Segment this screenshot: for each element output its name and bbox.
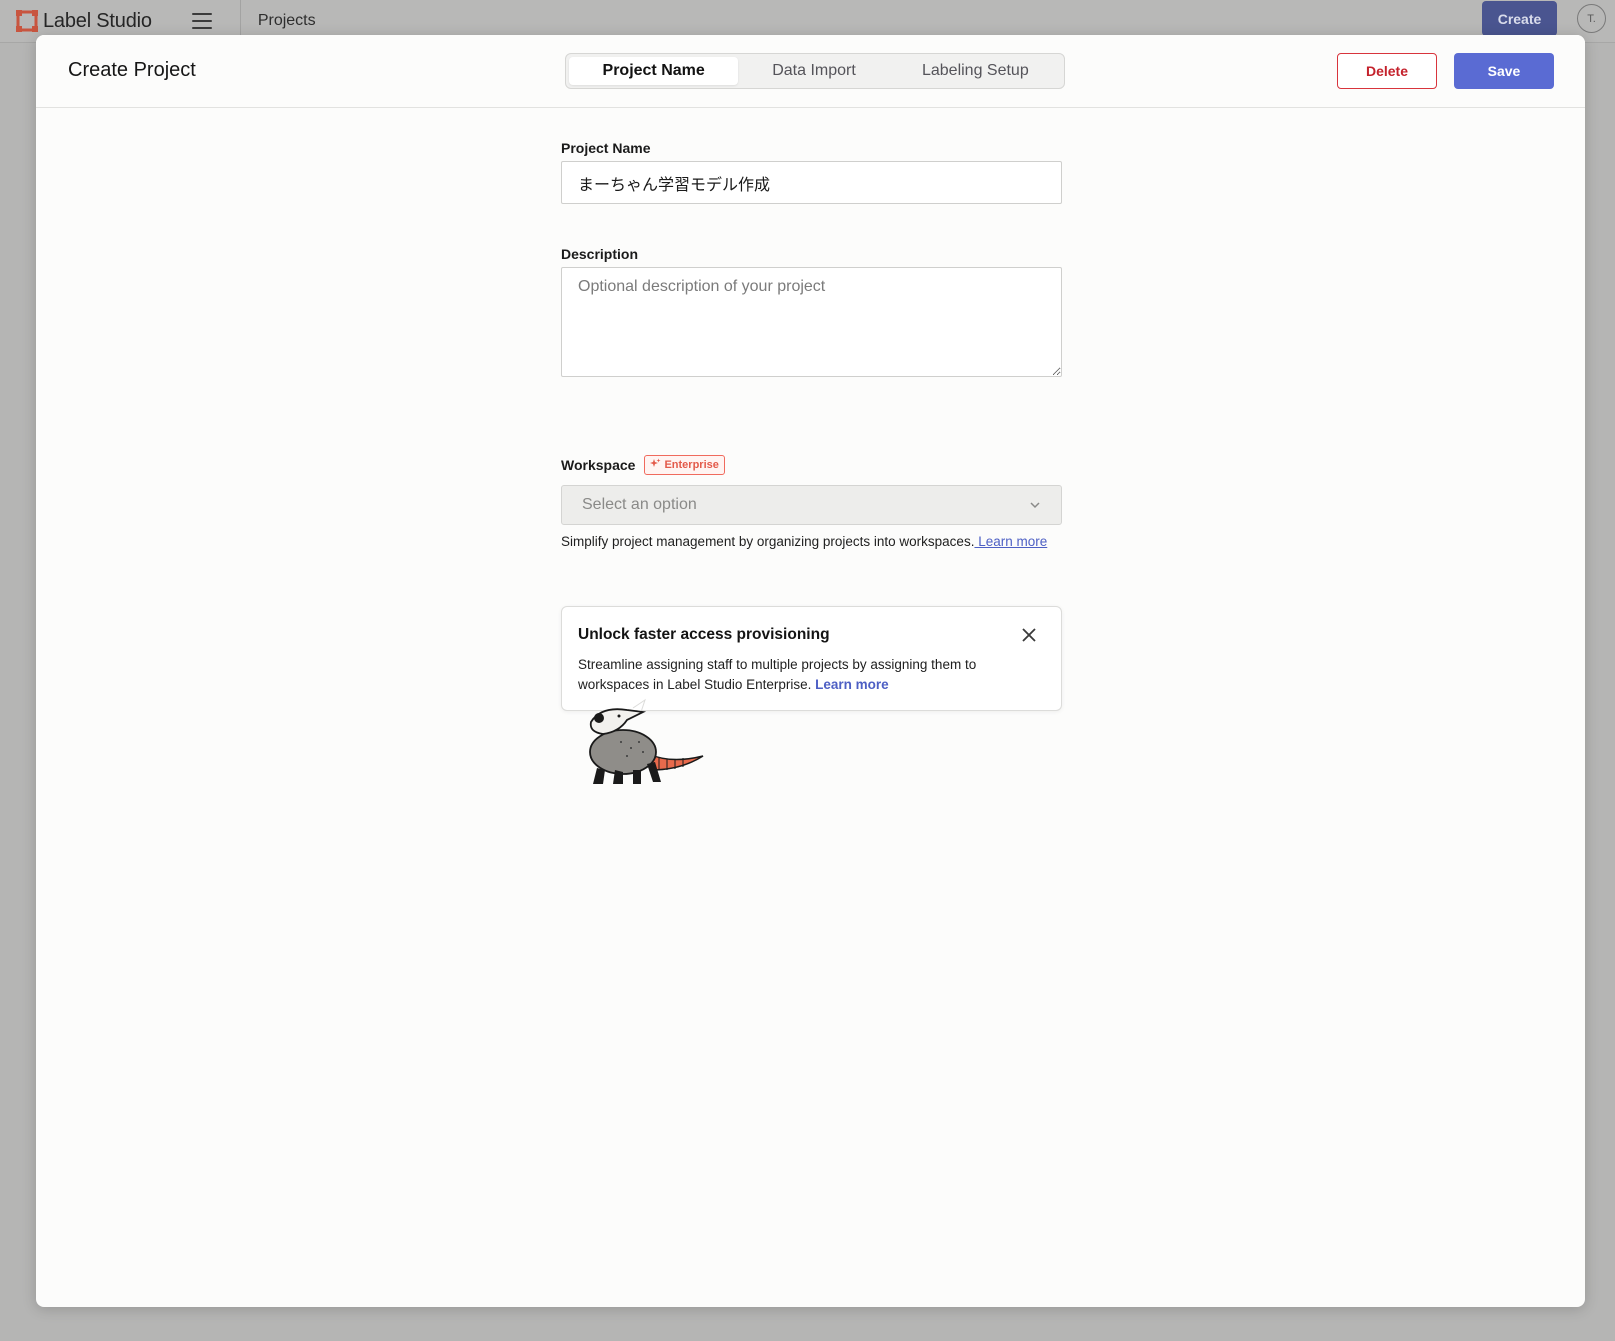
sparkle-icon — [650, 458, 661, 472]
description-label: Description — [561, 246, 639, 262]
label-studio-logo-icon — [16, 10, 38, 32]
workspace-label: Workspace — [561, 457, 636, 473]
promo-body: Streamline assigning staff to multiple p… — [578, 655, 1038, 695]
step-tabs: Project Name Data Import Labeling Setup — [565, 53, 1065, 89]
delete-button[interactable]: Delete — [1337, 53, 1437, 89]
promo-learn-more-link[interactable]: Learn more — [815, 677, 889, 692]
logo-text: Label Studio — [43, 9, 152, 32]
create-project-button[interactable]: Create — [1482, 1, 1557, 36]
hamburger-menu-icon[interactable] — [191, 13, 212, 29]
chevron-down-icon — [1029, 496, 1041, 514]
promo-title: Unlock faster access provisioning — [578, 626, 830, 643]
workspace-select[interactable]: Select an option — [561, 485, 1062, 525]
tab-data-import[interactable]: Data Import — [738, 57, 889, 85]
modal-header: Create Project Project Name Data Import … — [36, 35, 1585, 108]
save-button[interactable]: Save — [1454, 53, 1554, 89]
project-name-label: Project Name — [561, 140, 651, 156]
enterprise-badge: Enterprise — [644, 455, 725, 475]
modal-title: Create Project — [68, 59, 196, 81]
workspace-help: Simplify project management by organizin… — [561, 530, 1062, 553]
workspace-label-row: Workspace Enterprise — [561, 455, 725, 475]
description-textarea[interactable] — [561, 267, 1062, 377]
breadcrumb-projects[interactable]: Projects — [258, 12, 316, 30]
create-project-modal: Create Project Project Name Data Import … — [36, 35, 1585, 1307]
enterprise-badge-text: Enterprise — [664, 459, 719, 471]
tab-labeling-setup[interactable]: Labeling Setup — [890, 57, 1061, 85]
opossum-mascot — [589, 698, 704, 784]
app-logo[interactable]: Label Studio — [16, 10, 152, 33]
promo-body-text: Streamline assigning staff to multiple p… — [578, 657, 977, 692]
workspace-select-placeholder: Select an option — [582, 496, 697, 513]
tab-project-name[interactable]: Project Name — [569, 57, 739, 85]
enterprise-promo-card: Unlock faster access provisioning Stream… — [561, 606, 1062, 711]
avatar[interactable]: T. — [1577, 4, 1606, 33]
workspace-help-text: Simplify project management by organizin… — [561, 534, 975, 549]
close-icon[interactable] — [1020, 626, 1038, 644]
project-name-input[interactable]: まーちゃん学習モデル作成 — [561, 161, 1062, 204]
workspace-learn-more-link[interactable]: Learn more — [974, 534, 1047, 549]
